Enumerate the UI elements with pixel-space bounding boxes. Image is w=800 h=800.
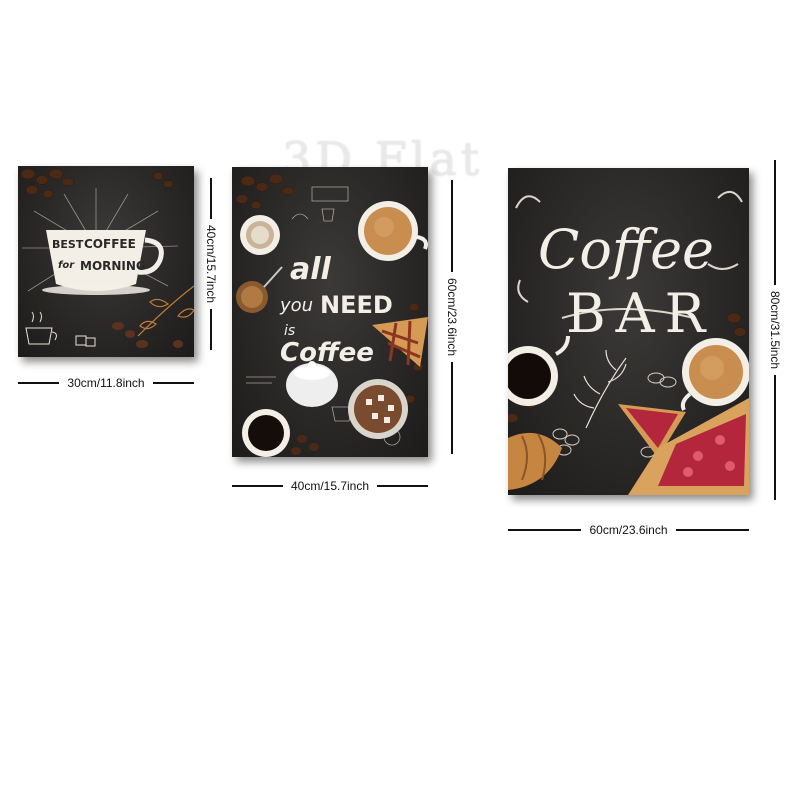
dimension-line — [18, 382, 60, 384]
coffee-bar-artwork: Coffee BAR — [508, 191, 749, 495]
dimension-line — [451, 362, 453, 455]
art-text-you: you — [279, 295, 313, 316]
width-dimension-large: 60cm/23.6inch — [508, 523, 750, 537]
dimension-line — [508, 529, 582, 531]
art-text-bar: BAR — [566, 282, 715, 345]
dimension-line — [210, 178, 212, 219]
height-dimension-large: 80cm/31.5inch — [768, 160, 782, 501]
art-text-coffee: Coffee — [538, 218, 714, 281]
art-text-morning: MORNING — [80, 259, 146, 273]
canvas-print-large: Coffee BAR — [508, 168, 749, 495]
width-label-medium: 40cm/15.7inch — [290, 479, 370, 493]
canvas-print-small: BEST COFFEE for MORNING — [18, 166, 194, 357]
dimension-line — [152, 382, 194, 384]
dimension-line — [675, 529, 750, 531]
dimension-line — [210, 309, 212, 351]
art-text-best: BEST — [52, 238, 84, 251]
art-text-coffee: Coffee — [280, 338, 374, 368]
art-text-coffee: COFFEE — [84, 237, 136, 251]
width-label-large: 60cm/23.6inch — [589, 523, 668, 537]
width-dimension-small: 30cm/11.8inch — [18, 376, 194, 390]
art-text-for: for — [58, 260, 75, 271]
dimension-line — [774, 160, 776, 285]
best-coffee-artwork: BEST COFFEE for MORNING — [20, 168, 194, 348]
art-text-need: NEED — [320, 291, 393, 319]
all-you-need-artwork: all you NEED is Coffee — [235, 173, 428, 457]
art-text-is: is — [284, 323, 295, 339]
height-label-medium: 60cm/23.6inch — [445, 277, 459, 357]
height-label-large: 80cm/31.5inch — [768, 290, 782, 370]
art-text-all: all — [290, 252, 332, 287]
dimension-line — [232, 485, 283, 487]
dimension-line — [774, 375, 776, 501]
width-label-small: 30cm/11.8inch — [67, 376, 145, 390]
height-dimension-small: 40cm/15.7inch — [204, 178, 218, 351]
dimension-line — [377, 485, 429, 487]
height-dimension-medium: 60cm/23.6inch — [445, 180, 459, 455]
canvas-print-medium: all you NEED is Coffee — [232, 167, 428, 457]
height-label-small: 40cm/15.7inch — [204, 224, 218, 304]
width-dimension-medium: 40cm/15.7inch — [232, 479, 429, 493]
dimension-line — [451, 180, 453, 272]
